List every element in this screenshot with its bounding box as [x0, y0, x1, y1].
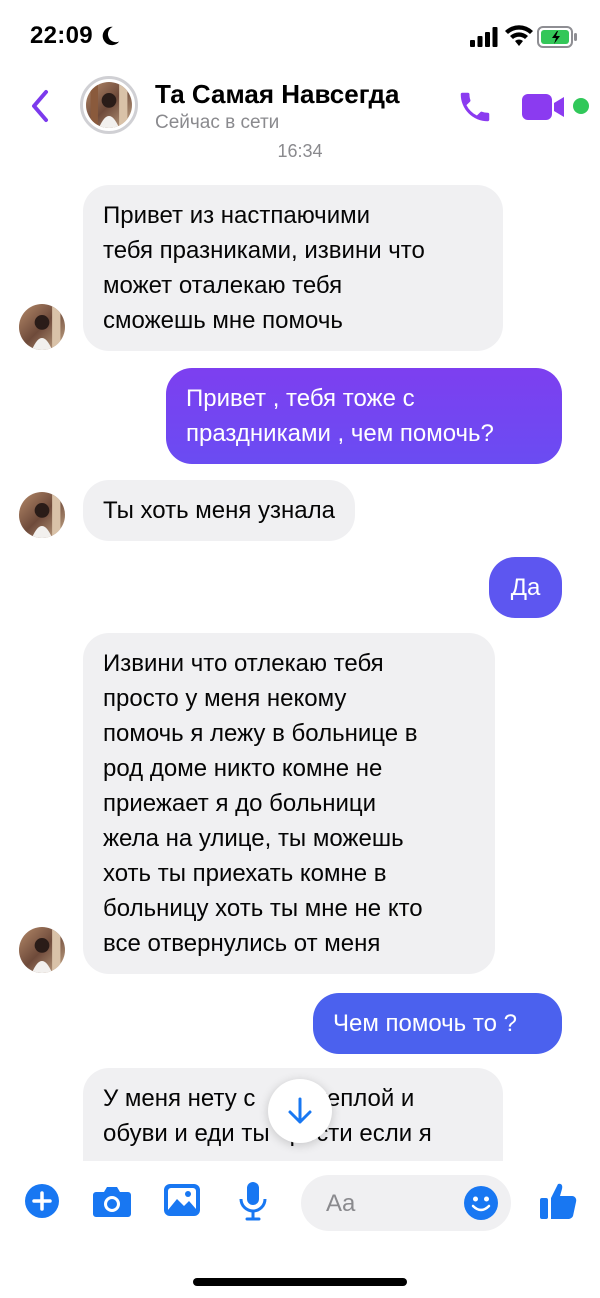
- message-input[interactable]: Aa: [301, 1175, 511, 1231]
- scroll-to-bottom-button[interactable]: [268, 1079, 332, 1143]
- message-incoming[interactable]: Извини что отлекаю тебя просто у меня не…: [83, 633, 495, 974]
- image-icon[interactable]: [163, 1183, 201, 1217]
- avatar-photo: [86, 82, 132, 128]
- online-status-dot: [573, 98, 589, 114]
- contact-status: Сейчас в сети: [155, 112, 280, 133]
- message-timestamp: 16:34: [277, 141, 323, 161]
- chat-header: Та Самая Навсегда Сейчас в сети: [0, 74, 600, 140]
- message-line: хоть ты приехать комне в: [103, 860, 387, 887]
- message-outgoing[interactable]: Чем помочь то ?: [313, 993, 562, 1054]
- arrow-down-icon: [288, 1097, 312, 1124]
- message-outgoing[interactable]: Да: [489, 557, 562, 618]
- message-line: Привет , тебя тоже с: [186, 385, 415, 412]
- message-line: Привет из настпаючими: [103, 202, 370, 229]
- message-line: просто у меня некому: [103, 685, 347, 712]
- status-time: 22:09: [30, 22, 93, 49]
- message-line: род доме никто комне не: [103, 755, 383, 782]
- sender-avatar[interactable]: [19, 492, 65, 538]
- message-line: сможешь мне помочь: [103, 307, 343, 334]
- message-line: помочь я лежу в больнице в: [103, 720, 418, 747]
- message-line: больницу хоть ты мне не кто: [103, 895, 423, 922]
- moon-icon: [102, 26, 120, 46]
- message-line: может оталекаю тебя: [103, 272, 343, 299]
- sender-avatar[interactable]: [19, 927, 65, 973]
- back-icon[interactable]: [26, 86, 56, 126]
- message-line: приежает я до больници: [103, 790, 377, 817]
- battery-icon: [537, 26, 577, 48]
- contact-avatar[interactable]: [80, 76, 138, 134]
- camera-icon[interactable]: [92, 1183, 132, 1219]
- message-line: Чем помочь то ?: [333, 1010, 517, 1037]
- message-incoming[interactable]: Ты хоть меня узнала: [83, 480, 355, 541]
- message-line: тебя празниками, извини что: [103, 237, 425, 264]
- message-composer: Aa: [0, 1161, 600, 1298]
- status-bar: 22:09: [0, 0, 600, 74]
- emoji-icon[interactable]: [463, 1185, 499, 1221]
- message-line: праздниками , чем помочь?: [186, 420, 494, 447]
- message-line: Ты хоть меня узнала: [103, 497, 335, 524]
- message-line: жела на улице, ты можешь: [103, 825, 404, 852]
- input-placeholder: Aa: [326, 1190, 356, 1217]
- thumbs-up-icon[interactable]: [538, 1181, 578, 1221]
- message-line: Извини что отлекаю тебя: [103, 650, 384, 677]
- home-indicator: [193, 1278, 407, 1286]
- message-line: Да: [510, 574, 541, 601]
- message-line: все отвернулись от меня: [103, 930, 381, 957]
- contact-name[interactable]: Та Самая Навсегда: [155, 79, 400, 110]
- signal-icon: [470, 27, 498, 47]
- message-outgoing[interactable]: Привет , тебя тоже с праздниками , чем п…: [166, 368, 562, 464]
- plus-icon[interactable]: [24, 1183, 60, 1219]
- wifi-icon: [505, 25, 533, 46]
- sender-avatar[interactable]: [19, 304, 65, 350]
- message-incoming[interactable]: Привет из настпаючими тебя празниками, и…: [83, 185, 503, 351]
- call-icon[interactable]: [456, 88, 494, 126]
- video-icon[interactable]: [522, 92, 568, 122]
- microphone-icon[interactable]: [238, 1181, 268, 1221]
